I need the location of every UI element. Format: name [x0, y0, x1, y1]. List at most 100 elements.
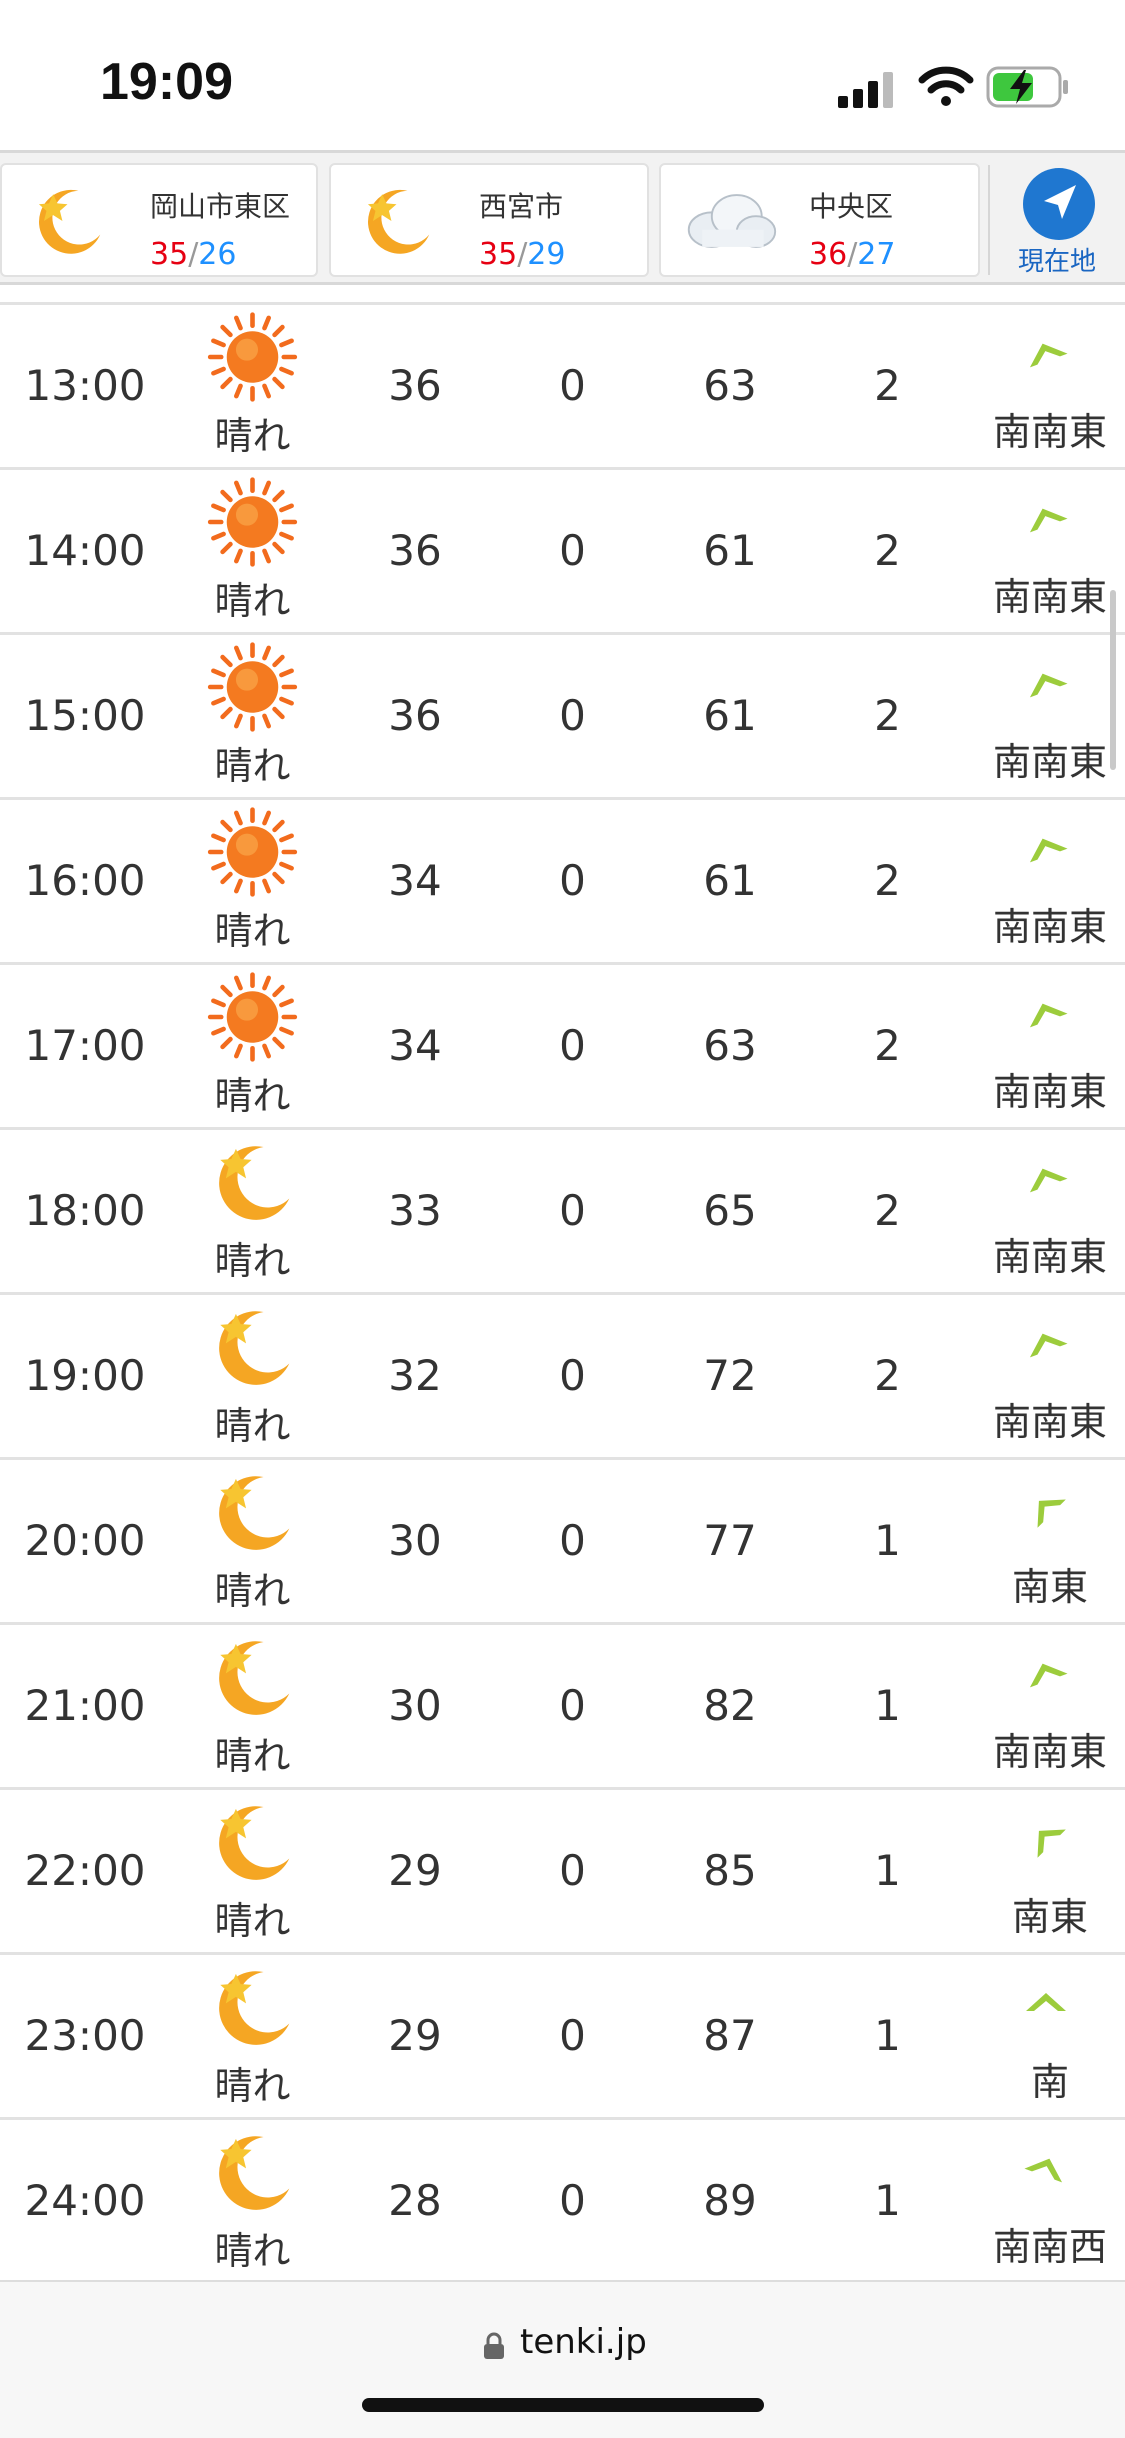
wind-speed: 1: [874, 1681, 901, 1730]
wind-direction: 南: [1030, 2060, 1069, 2104]
wind-direction: 南東: [1011, 1565, 1088, 1609]
humidity: 82: [703, 1681, 757, 1730]
wind-direction: 南南東: [992, 1730, 1107, 1774]
browser-address-bar[interactable]: tenki.jp: [0, 2280, 1125, 2438]
temperature: 29: [388, 1846, 442, 1895]
sun-icon: [205, 971, 300, 1063]
temperature: 32: [388, 1351, 442, 1400]
humidity: 61: [703, 691, 757, 740]
wind-direction-arrow-icon: [1018, 663, 1074, 703]
precipitation: 0: [559, 1681, 586, 1730]
wind-direction: 南南西: [992, 2225, 1107, 2269]
precipitation: 0: [559, 1186, 586, 1235]
wind-direction: 南東: [1011, 1895, 1088, 1939]
wind-direction-arrow-icon: [1018, 498, 1074, 538]
temperature: 36: [388, 691, 442, 740]
humidity: 63: [703, 1021, 757, 1070]
humidity: 89: [703, 2176, 757, 2225]
moon-icon: [205, 1796, 300, 1888]
temperature: 36: [388, 526, 442, 575]
weather-label: 晴れ: [214, 2064, 291, 2108]
wind-direction: 南南東: [992, 1400, 1107, 1444]
location-temps: 35/26: [150, 237, 236, 272]
location-name: 中央区: [809, 190, 894, 223]
home-indicator[interactable]: [362, 2398, 764, 2412]
low-temp: 27: [857, 237, 896, 272]
high-temp: 36: [809, 237, 848, 272]
current-location-label: 現在地: [1018, 247, 1097, 277]
lock-icon: [484, 2332, 504, 2359]
hour-label: 14:00: [24, 526, 146, 575]
wind-direction: 南南東: [992, 1235, 1107, 1279]
cellular-signal-icon: [838, 72, 893, 108]
high-temp: 35: [150, 237, 189, 272]
table-row: 13:00 晴れ 36 0 63 2 南南東: [0, 302, 1125, 470]
table-row: 22:00 晴れ 29 0 85 1 南東: [0, 1790, 1125, 1955]
weather-label: 晴れ: [214, 579, 291, 623]
precipitation: 0: [559, 1846, 586, 1895]
wind-direction-arrow-icon: [1018, 1323, 1074, 1363]
wind-speed: 2: [874, 1186, 901, 1235]
status-bar: 19:09: [0, 0, 1125, 150]
location-card-chuo[interactable]: 中央区 36/27: [659, 163, 980, 277]
wind-speed: 1: [874, 1846, 901, 1895]
wind-direction-arrow-icon: [1018, 993, 1074, 1033]
precipitation: 0: [559, 361, 586, 410]
weather-label: 晴れ: [214, 1239, 291, 1283]
wind-speed: 2: [874, 691, 901, 740]
wind-speed: 2: [874, 526, 901, 575]
weather-label: 晴れ: [214, 2229, 291, 2273]
table-row: 18:00 晴れ 33 0 65 2 南南東: [0, 1130, 1125, 1295]
table-row: 16:00 晴れ 34 0 61 2 南南東: [0, 800, 1125, 965]
precipitation: 0: [559, 2011, 586, 2060]
moon-icon: [205, 1961, 300, 2053]
location-temps: 36/27: [809, 237, 895, 272]
hour-label: 19:00: [24, 1351, 146, 1400]
wind-direction-arrow-icon: [1018, 333, 1074, 373]
wind-direction-arrow-icon: [1018, 1653, 1074, 1693]
low-temp: 26: [198, 237, 237, 272]
wind-speed: 2: [874, 361, 901, 410]
temperature: 36: [388, 361, 442, 410]
moon-icon: [38, 189, 101, 254]
table-row: 21:00 晴れ 30 0 82 1 南南東: [0, 1625, 1125, 1790]
weather-label: 晴れ: [214, 414, 291, 458]
wind-direction-arrow-icon: [1018, 1158, 1074, 1198]
hour-label: 21:00: [24, 1681, 146, 1730]
table-row: 19:00 晴れ 32 0 72 2 南南東: [0, 1295, 1125, 1460]
wind-direction-arrow-icon: [1018, 2148, 1074, 2188]
current-location-button[interactable]: 現在地: [990, 161, 1125, 279]
weather-label: 晴れ: [214, 1074, 291, 1118]
wind-direction: 南南東: [992, 1070, 1107, 1114]
weather-label: 晴れ: [214, 909, 291, 953]
temperature: 28: [388, 2176, 442, 2225]
precipitation: 0: [559, 691, 586, 740]
hour-label: 22:00: [24, 1846, 146, 1895]
location-temps: 35/29: [479, 237, 565, 272]
hour-label: 18:00: [24, 1186, 146, 1235]
favorite-locations-bar: 岡山市東区 35/26 西宮市 35/29 中央区 36/27 現在地: [0, 150, 1125, 285]
temp-separator: /: [847, 237, 858, 272]
sun-icon: [205, 641, 300, 733]
location-arrow-icon: [1023, 168, 1095, 240]
temperature: 34: [388, 1021, 442, 1070]
temperature: 29: [388, 2011, 442, 2060]
hourly-forecast-table: 13:00 晴れ 36 0 63 2 南南東 14:00 晴れ 36 0 61 2 南南東 15:00 晴れ 3…: [0, 302, 1125, 2285]
moon-icon: [205, 1136, 300, 1228]
hour-label: 13:00: [24, 361, 146, 410]
temperature: 34: [388, 856, 442, 905]
high-temp: 35: [479, 237, 518, 272]
location-card-nishinomiya[interactable]: 西宮市 35/29: [329, 163, 649, 277]
wind-speed: 2: [874, 856, 901, 905]
humidity: 85: [703, 1846, 757, 1895]
location-card-okayama[interactable]: 岡山市東区 35/26: [0, 163, 318, 277]
battery-charging-icon: [986, 66, 1068, 108]
humidity: 65: [703, 1186, 757, 1235]
humidity: 61: [703, 856, 757, 905]
weather-label: 晴れ: [214, 744, 291, 788]
status-time: 19:09: [100, 53, 233, 111]
moon-icon: [367, 189, 430, 254]
hour-label: 23:00: [24, 2011, 146, 2060]
wind-direction: 南南東: [992, 905, 1107, 949]
wind-direction: 南南東: [992, 740, 1107, 784]
